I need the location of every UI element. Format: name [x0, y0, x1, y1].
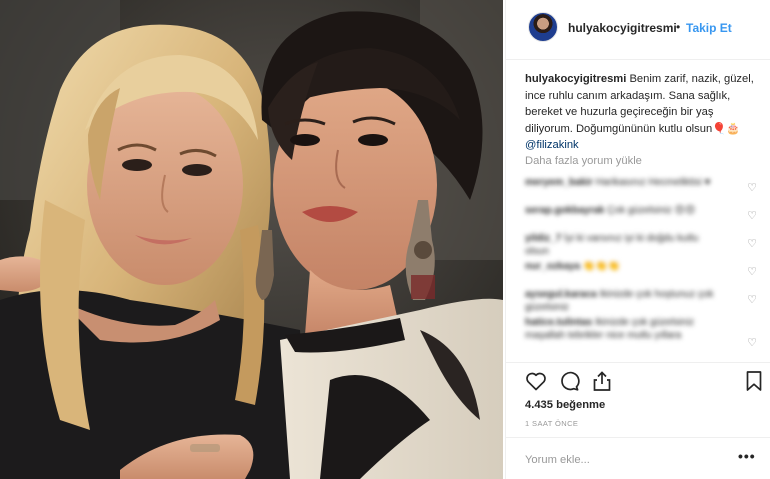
comment-username[interactable]: aysegul.karaca — [525, 289, 597, 300]
small-heart-icon[interactable]: ♡ — [747, 267, 757, 278]
comment-list: meryem_bakir Harikasınız Hecmeliktisi ♥ … — [525, 176, 763, 352]
comment-text: nur_ozkaya 👏👏👏 — [525, 260, 725, 273]
comment-text: meryem_bakir Harikasınız Hecmeliktisi ♥ — [525, 176, 725, 189]
caption-username[interactable]: hulyakocyigitresmi — [525, 73, 626, 85]
comment-item: hatice.tulintas Ikinizde çok güzelsiniz … — [525, 316, 763, 352]
share-icon[interactable] — [590, 369, 614, 393]
small-heart-icon[interactable]: ♡ — [747, 338, 757, 349]
follow-button[interactable]: Takip Et — [686, 21, 732, 35]
caption-mention[interactable]: @filizakink — [525, 139, 579, 151]
like-count[interactable]: 4.435 beğenme — [525, 399, 605, 411]
comment-text: aysegul.karaca Ikinizde çok hoştunuz çok… — [525, 288, 725, 314]
small-heart-icon[interactable]: ♡ — [747, 295, 757, 306]
comment-username[interactable]: meryem_bakir — [525, 177, 593, 188]
speech-bubble-icon[interactable] — [557, 369, 581, 393]
caption-emoji: 🎈🎂 — [712, 122, 741, 135]
comment-body: Çok güzelsiniz 😍😍 — [607, 205, 696, 216]
post-header: hulyakocyigitresmi • Takip Et — [506, 0, 770, 60]
post-image-illustration — [0, 0, 503, 479]
add-comment-bar: ••• — [506, 437, 770, 479]
more-options-icon[interactable]: ••• — [738, 448, 756, 464]
bookmark-icon[interactable] — [742, 369, 766, 393]
header-separator: • — [676, 20, 681, 34]
heart-icon[interactable] — [524, 369, 548, 393]
comment-item: nur_ozkaya 👏👏👏 ♡ — [525, 260, 763, 288]
post-actions-bar — [506, 362, 770, 396]
comment-body: Harikasınız Hecmeliktisi ♥ — [595, 177, 711, 188]
comment-username[interactable]: hatice.tulintas — [525, 317, 592, 328]
comment-item: serap.gokbayrak Çok güzelsiniz 😍😍 ♡ — [525, 204, 763, 232]
header-username[interactable]: hulyakocyigitresmi — [568, 21, 677, 35]
comment-username[interactable]: serap.gokbayrak — [525, 205, 605, 216]
load-more-comments-button[interactable]: Daha fazla yorum yükle — [525, 155, 642, 167]
avatar[interactable] — [528, 12, 558, 42]
comment-body: 👏👏👏 — [582, 261, 621, 272]
post-caption: hulyakocyigitresmi Benim zarif, nazik, g… — [525, 71, 757, 154]
comment-text: serap.gokbayrak Çok güzelsiniz 😍😍 — [525, 204, 725, 217]
post-details-panel: hulyakocyigitresmi • Takip Et hulyakocyi… — [505, 0, 770, 479]
comment-item: aysegul.karaca Ikinizde çok hoştunuz çok… — [525, 288, 763, 316]
comment-item: yildiz_7 İyi ki varsınız iyi ki doğdu ku… — [525, 232, 763, 260]
small-heart-icon[interactable]: ♡ — [747, 239, 757, 250]
small-heart-icon[interactable]: ♡ — [747, 211, 757, 222]
comment-text: yildiz_7 İyi ki varsınız iyi ki doğdu ku… — [525, 232, 725, 258]
comment-username[interactable]: yildiz_7 — [525, 233, 561, 244]
comment-text: hatice.tulintas Ikinizde çok güzelsiniz … — [525, 316, 725, 342]
comment-item: meryem_bakir Harikasınız Hecmeliktisi ♥ … — [525, 176, 763, 204]
small-heart-icon[interactable]: ♡ — [747, 183, 757, 194]
post-timestamp[interactable]: 1 SAAT ÖNCE — [525, 419, 578, 428]
comment-username[interactable]: nur_ozkaya — [525, 261, 580, 272]
post-photo[interactable] — [0, 0, 503, 479]
comment-input[interactable] — [525, 450, 725, 470]
